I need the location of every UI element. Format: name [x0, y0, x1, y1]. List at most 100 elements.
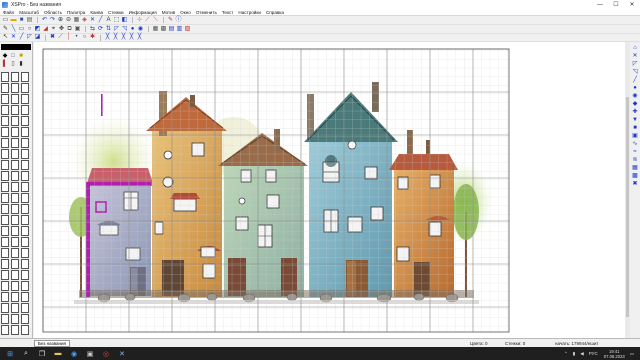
new-icon[interactable]: ▭ [2, 17, 9, 24]
menu-text[interactable]: Текст [222, 10, 234, 15]
maximize-button[interactable]: ☐ [608, 0, 624, 9]
backstitch-icon[interactable]: ╱ [97, 17, 104, 24]
palette-cell[interactable] [21, 127, 29, 137]
palette-cell[interactable] [21, 215, 29, 225]
palette-cell[interactable] [1, 248, 9, 258]
palette-cell[interactable] [21, 138, 29, 148]
palette-cell[interactable] [1, 259, 9, 269]
palette-cell[interactable] [21, 83, 29, 93]
menu-motif[interactable]: Мотив [162, 10, 175, 15]
palette-cell[interactable] [21, 193, 29, 203]
menu-palette[interactable]: Палитра [67, 10, 85, 15]
rotate-icon[interactable]: ⟳ [97, 26, 104, 33]
move-icon[interactable]: ✥ [58, 26, 65, 33]
symbol-icon[interactable]: ▥ [176, 26, 183, 33]
wave-tool-icon[interactable]: ∿ [631, 140, 639, 147]
ruler-icon[interactable]: ⟋ [144, 17, 151, 24]
explorer-icon[interactable]: ▬ [52, 348, 64, 359]
palette-cell[interactable] [11, 127, 19, 137]
diamond-tool-icon[interactable]: ◆ [631, 100, 639, 107]
palette-cell[interactable] [1, 182, 9, 192]
palette-cell[interactable] [21, 226, 29, 236]
half-stitch-tool-icon[interactable]: ◸ [631, 60, 639, 67]
diamond-icon[interactable]: ◆ [1, 52, 9, 59]
pencil-icon[interactable]: ✎ [2, 26, 9, 33]
palette-cell[interactable] [11, 171, 19, 181]
grid-small-icon[interactable]: ▦ [152, 26, 159, 33]
petite-icon[interactable]: ✖ [49, 34, 56, 41]
palette-cell[interactable] [21, 116, 29, 126]
symbol-swatch-icon[interactable]: ▯ [9, 60, 17, 67]
house-icon[interactable]: ⌂ [631, 44, 639, 51]
store-icon[interactable]: ▣ [84, 348, 96, 359]
arrow-icon[interactable]: ↖ [2, 34, 9, 41]
palette-cell[interactable] [11, 204, 19, 214]
palette-cell[interactable] [1, 193, 9, 203]
palette-cell[interactable] [21, 204, 29, 214]
swatch-icon[interactable]: ■ [17, 52, 25, 59]
square-tool-icon[interactable]: ■ [631, 124, 639, 131]
knot-tool-icon[interactable]: ● [631, 84, 639, 91]
fill-icon[interactable]: ◧ [121, 17, 128, 24]
chart-icon[interactable]: ▤ [168, 26, 175, 33]
cancel-tool-icon[interactable]: ✖ [631, 180, 639, 187]
palette-cell[interactable] [1, 127, 9, 137]
palette-cell[interactable] [11, 160, 19, 170]
quarter-stitch-tool-icon[interactable]: ◹ [631, 68, 639, 75]
stitch-2-icon[interactable]: ╳ [112, 34, 119, 41]
palette-cell[interactable] [1, 303, 9, 313]
palette-cell[interactable] [11, 226, 19, 236]
menu-area[interactable]: Область [44, 10, 62, 15]
palette-cell[interactable] [1, 325, 9, 335]
palette-cell[interactable] [11, 83, 19, 93]
zoom-out-icon[interactable]: ⊖ [65, 17, 72, 24]
knot-icon[interactable]: ● [129, 26, 136, 33]
menu-file[interactable]: Файл [3, 10, 14, 15]
palette-cell[interactable] [11, 270, 19, 280]
center-icon[interactable]: ⊹ [136, 17, 143, 24]
close-button[interactable]: ✕ [624, 0, 640, 9]
palette-cell[interactable] [11, 248, 19, 258]
three-quarter-icon[interactable]: ◪ [34, 34, 41, 41]
palette-cell[interactable] [1, 215, 9, 225]
palette-cell[interactable] [1, 116, 9, 126]
redo-icon[interactable]: ↷ [49, 17, 56, 24]
palette-cell[interactable] [21, 149, 29, 159]
palette-cell[interactable] [21, 314, 29, 324]
minimize-button[interactable]: — [592, 0, 608, 9]
menu-info[interactable]: Информация [129, 10, 157, 15]
palette-cell[interactable] [11, 149, 19, 159]
straight-icon[interactable]: │ [65, 34, 72, 41]
palette-cell[interactable] [1, 138, 9, 148]
bead-icon[interactable]: ◉ [137, 26, 144, 33]
grid-icon[interactable]: ▦ [73, 17, 80, 24]
palette-cell[interactable] [21, 160, 29, 170]
palette-cell[interactable] [1, 171, 9, 181]
palette-cell[interactable] [1, 270, 9, 280]
color-view-icon[interactable]: ▧ [184, 26, 191, 33]
info-icon[interactable]: ⓘ [175, 17, 182, 24]
paste-icon[interactable]: ▣ [74, 26, 81, 33]
stitch-1-icon[interactable]: ╳ [104, 34, 111, 41]
palette-cell[interactable] [11, 303, 19, 313]
current-color-swatch[interactable] [1, 44, 31, 50]
grid-tool-icon[interactable]: ▦ [631, 164, 639, 171]
palette-cell[interactable] [1, 94, 9, 104]
palette-cell[interactable] [21, 72, 29, 82]
palette-cell[interactable] [11, 259, 19, 269]
menu-window[interactable]: Окно [180, 10, 191, 15]
half-icon[interactable]: ╱ [18, 34, 25, 41]
palette-cell[interactable] [21, 248, 29, 258]
menu-settings[interactable]: Настройки [238, 10, 261, 15]
palette-cell[interactable] [11, 182, 19, 192]
browser-icon[interactable]: ◉ [68, 348, 80, 359]
palette-cell[interactable] [11, 193, 19, 203]
palette-cell[interactable] [11, 292, 19, 302]
palette-cell[interactable] [21, 237, 29, 247]
palette-cell[interactable] [21, 303, 29, 313]
stitch-icon[interactable]: ✕ [89, 17, 96, 24]
palette-cell[interactable] [1, 72, 9, 82]
palette-cell[interactable] [1, 281, 9, 291]
stitch-5-icon[interactable]: ╳ [136, 34, 143, 41]
zoom-in-icon[interactable]: ⊕ [57, 17, 64, 24]
